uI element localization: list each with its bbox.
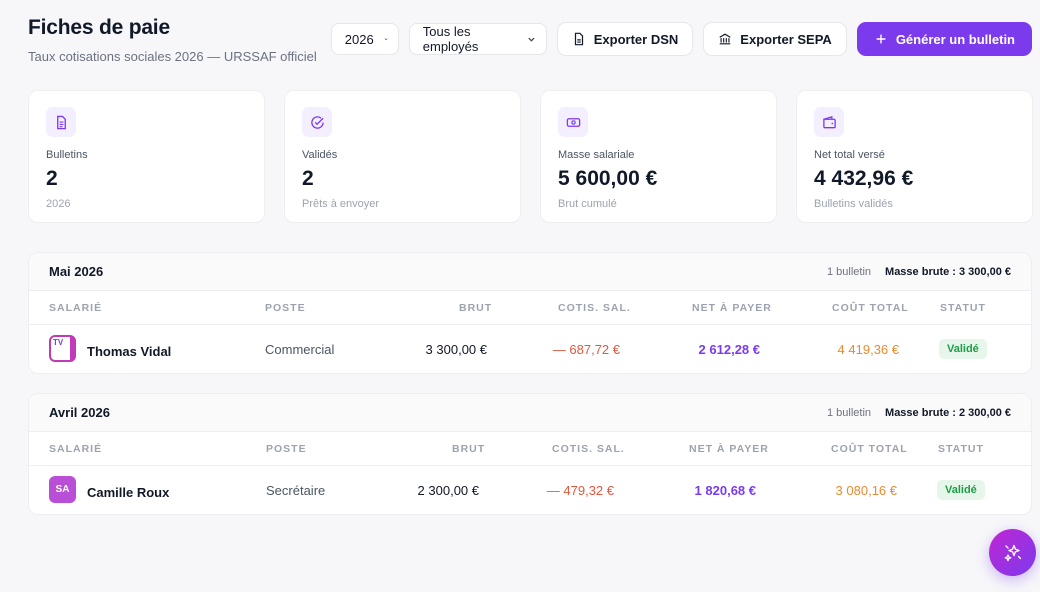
group-meta: 1 bulletin Masse brute : 2 300,00 € <box>827 407 1011 419</box>
employee-select[interactable]: Tous les employés <box>408 23 547 55</box>
document-icon <box>46 107 76 137</box>
export-dsn-label: Exporter DSN <box>593 31 679 47</box>
group-gross: Masse brute : 2 300,00 € <box>885 406 1011 419</box>
table-row[interactable]: TV Thomas Vidal Commercial 3 300,00 € — … <box>29 325 1031 373</box>
plus-icon <box>876 34 886 44</box>
stat-label: Masse salariale <box>558 149 635 161</box>
net-amount: 1 820,68 € <box>694 483 756 498</box>
col-cout: COÛT TOTAL <box>831 443 908 455</box>
stat-sub: Brut cumulé <box>558 198 617 210</box>
stat-label: Validés <box>302 149 338 161</box>
group-title: Mai 2026 <box>49 264 104 279</box>
check-circle-icon <box>302 107 332 137</box>
col-salarie: SALARIÉ <box>49 443 103 455</box>
gross-amount: 2 300,00 € <box>417 483 479 498</box>
col-net: NET À PAYER <box>692 302 772 314</box>
net-amount: 2 612,28 € <box>698 342 760 357</box>
employee-poste: Secrétaire <box>266 483 326 498</box>
sparkles-icon <box>1004 544 1021 561</box>
stat-card-validated: Validés 2 Prêts à envoyer <box>284 90 521 223</box>
col-net: NET À PAYER <box>689 443 769 455</box>
stat-sub: Prêts à envoyer <box>302 198 380 210</box>
employee-name: Camille Roux <box>87 485 170 500</box>
contributions-amount: — 479,32 € <box>546 483 614 498</box>
export-dsn-button[interactable]: Exporter DSN <box>556 22 694 56</box>
group-title: Avril 2026 <box>49 405 110 420</box>
col-salarie: SALARIÉ <box>49 302 103 314</box>
col-statut: STATUT <box>940 302 986 314</box>
export-sepa-label: Exporter SEPA <box>740 31 832 47</box>
page-subtitle: Taux cotisations sociales 2026 — URSSAF … <box>28 49 317 64</box>
year-select[interactable]: 2026 <box>330 23 399 55</box>
chevron-down-icon <box>528 37 535 42</box>
col-brut: BRUT <box>459 302 493 314</box>
employee-select-value: Tous les employés <box>422 24 479 54</box>
payslip-group-april: Avril 2026 1 bulletin Masse brute : 2 30… <box>28 393 1032 515</box>
total-cost-amount: 4 419,36 € <box>837 342 899 357</box>
group-header: Mai 2026 1 bulletin Masse brute : 3 300,… <box>29 253 1031 291</box>
page-title: Fiches de paie <box>28 16 170 39</box>
contributions-amount: — 687,72 € <box>552 342 620 357</box>
total-cost-amount: 3 080,16 € <box>835 483 897 498</box>
bank-icon <box>719 33 731 45</box>
avatar: TV <box>49 335 76 362</box>
stat-value: 2 <box>46 167 58 190</box>
group-header: Avril 2026 1 bulletin Masse brute : 2 30… <box>29 394 1031 432</box>
stat-label: Net total versé <box>814 149 885 161</box>
file-icon <box>574 32 583 46</box>
stat-card-bulletins: Bulletins 2 2026 <box>28 90 265 223</box>
stat-value: 4 432,96 € <box>814 167 914 190</box>
col-poste: POSTE <box>266 443 307 455</box>
stat-sub: 2026 <box>46 198 71 210</box>
payslip-group-may: Mai 2026 1 bulletin Masse brute : 3 300,… <box>28 252 1032 374</box>
col-poste: POSTE <box>265 302 306 314</box>
banknote-icon <box>558 107 588 137</box>
stat-card-net-total: Net total versé 4 432,96 € Bulletins val… <box>796 90 1033 223</box>
toolbar: 2026 Tous les employés Exporter DSN Expo… <box>330 22 1032 56</box>
group-count: 1 bulletin <box>826 406 872 419</box>
stat-label: Bulletins <box>46 149 88 161</box>
col-cotis: COTIS. SAL. <box>552 443 625 455</box>
status-badge: Validé <box>937 480 985 500</box>
generate-payslip-label: Générer un bulletin <box>895 31 1015 47</box>
col-cout: COÛT TOTAL <box>832 302 909 314</box>
col-brut: BRUT <box>452 443 486 455</box>
stat-value: 5 600,00 € <box>558 167 658 190</box>
export-sepa-button[interactable]: Exporter SEPA <box>703 22 847 56</box>
avatar: SA <box>49 476 76 503</box>
employee-name: Thomas Vidal <box>87 344 172 359</box>
generate-payslip-button[interactable]: Générer un bulletin <box>856 22 1032 56</box>
table-header: SALARIÉ POSTE BRUT COTIS. SAL. NET À PAY… <box>29 291 1031 325</box>
col-cotis: COTIS. SAL. <box>558 302 631 314</box>
stat-value: 2 <box>302 167 314 190</box>
page-header: Fiches de paie Taux cotisations sociales… <box>28 16 317 64</box>
stats-row: Bulletins 2 2026 Validés 2 Prêts à envoy… <box>28 90 1033 223</box>
group-count: 1 bulletin <box>826 265 872 278</box>
gross-amount: 3 300,00 € <box>425 342 487 357</box>
table-row[interactable]: SA Camille Roux Secrétaire 2 300,00 € — … <box>29 466 1031 514</box>
chevron-down-icon <box>384 38 388 41</box>
group-meta: 1 bulletin Masse brute : 3 300,00 € <box>827 266 1011 278</box>
ai-assistant-button[interactable] <box>989 529 1036 576</box>
stat-card-payroll-mass: Masse salariale 5 600,00 € Brut cumulé <box>540 90 777 223</box>
year-select-value: 2026 <box>344 31 374 47</box>
group-gross: Masse brute : 3 300,00 € <box>885 265 1011 278</box>
status-badge: Validé <box>939 339 987 359</box>
stat-sub: Bulletins validés <box>814 198 893 210</box>
table-header: SALARIÉ POSTE BRUT COTIS. SAL. NET À PAY… <box>29 432 1031 466</box>
employee-poste: Commercial <box>265 342 335 357</box>
col-statut: STATUT <box>938 443 984 455</box>
wallet-icon <box>814 107 844 137</box>
